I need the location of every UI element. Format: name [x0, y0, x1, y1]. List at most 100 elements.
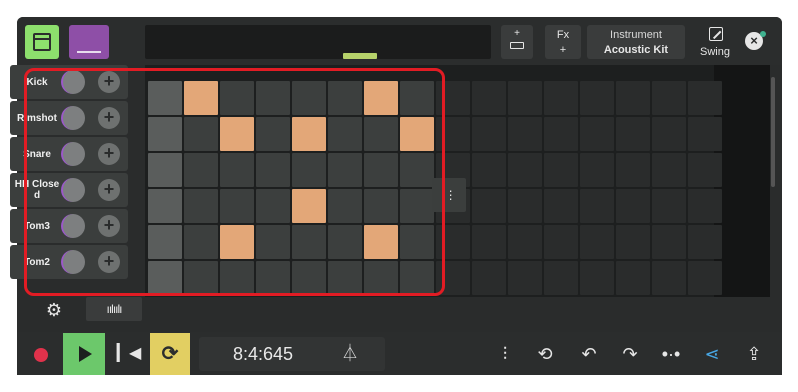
step-cell[interactable]	[256, 189, 290, 223]
step-cell[interactable]	[616, 225, 650, 259]
add-icon[interactable]: +	[98, 179, 120, 201]
fx-button[interactable]: Fx +	[545, 25, 581, 59]
step-cell[interactable]	[184, 117, 218, 151]
step-cell[interactable]	[688, 261, 722, 295]
step-cell[interactable]	[436, 225, 470, 259]
add-icon[interactable]: +	[98, 143, 120, 165]
step-cell[interactable]	[652, 225, 686, 259]
step-cell[interactable]	[652, 189, 686, 223]
track-header[interactable]: Kick +	[10, 65, 128, 99]
step-cell[interactable]	[400, 153, 434, 187]
redo-icon[interactable]: ↷	[615, 333, 645, 375]
step-cell[interactable]	[400, 225, 434, 259]
step-cell[interactable]	[652, 117, 686, 151]
step-cell[interactable]	[292, 81, 326, 115]
pattern-overview-strip[interactable]	[145, 25, 491, 59]
step-cell[interactable]	[580, 117, 614, 151]
step-cell[interactable]	[292, 189, 326, 223]
position-display[interactable]: 8:4:645 ⏃	[199, 337, 385, 371]
step-cell[interactable]	[256, 153, 290, 187]
step-cell[interactable]	[364, 225, 398, 259]
metronome-icon[interactable]: ⏃	[339, 343, 361, 365]
track-header[interactable]: Tom2 +	[10, 245, 128, 279]
step-cell[interactable]	[364, 189, 398, 223]
step-cell[interactable]	[400, 117, 434, 151]
step-cell[interactable]	[508, 117, 542, 151]
step-cell[interactable]	[328, 261, 362, 295]
mixer-icon[interactable]: ⫶	[490, 333, 520, 375]
step-cell[interactable]	[328, 81, 362, 115]
step-cell[interactable]	[544, 189, 578, 223]
step-cell[interactable]	[544, 225, 578, 259]
volume-knob[interactable]	[61, 106, 85, 130]
step-cell[interactable]	[580, 153, 614, 187]
step-cell[interactable]	[508, 225, 542, 259]
step-cell[interactable]	[364, 153, 398, 187]
step-cell[interactable]	[328, 189, 362, 223]
step-cell[interactable]	[544, 153, 578, 187]
step-cell[interactable]	[148, 81, 182, 115]
step-cell[interactable]	[364, 261, 398, 295]
step-cell[interactable]	[292, 225, 326, 259]
volume-knob[interactable]	[61, 142, 85, 166]
step-cell[interactable]	[184, 261, 218, 295]
volume-knob[interactable]	[61, 70, 85, 94]
step-cell[interactable]	[472, 153, 506, 187]
volume-knob[interactable]	[61, 214, 85, 238]
step-cell[interactable]	[472, 117, 506, 151]
step-cell[interactable]	[364, 117, 398, 151]
step-cell[interactable]	[472, 189, 506, 223]
step-cell[interactable]	[688, 153, 722, 187]
step-cell[interactable]	[400, 261, 434, 295]
step-cell[interactable]	[688, 117, 722, 151]
play-button[interactable]	[63, 333, 105, 375]
step-cell[interactable]	[292, 261, 326, 295]
vertical-scrollbar[interactable]	[771, 77, 775, 187]
skip-back-icon[interactable]: ▎◀	[112, 333, 146, 375]
share-icon[interactable]: ⋖	[697, 333, 727, 375]
step-cell[interactable]	[472, 261, 506, 295]
step-cell[interactable]	[688, 225, 722, 259]
step-cell[interactable]	[256, 261, 290, 295]
step-cell[interactable]	[652, 153, 686, 187]
step-cell[interactable]	[184, 81, 218, 115]
step-cell[interactable]	[580, 189, 614, 223]
loop-icon[interactable]: ⟳	[150, 333, 190, 375]
step-cell[interactable]	[616, 189, 650, 223]
step-cell[interactable]	[148, 261, 182, 295]
add-icon[interactable]: +	[98, 215, 120, 237]
step-cell[interactable]	[544, 81, 578, 115]
volume-knob[interactable]	[61, 178, 85, 202]
track-header[interactable]: Tom3 +	[10, 209, 128, 243]
step-cell[interactable]	[688, 189, 722, 223]
step-cell[interactable]	[616, 153, 650, 187]
sync-icon[interactable]: ⟲	[530, 333, 560, 375]
step-cell[interactable]	[580, 81, 614, 115]
step-cell[interactable]	[256, 81, 290, 115]
gear-icon[interactable]: ⚙	[44, 300, 64, 320]
step-cell[interactable]	[580, 261, 614, 295]
step-cell[interactable]	[220, 261, 254, 295]
step-cell[interactable]	[148, 225, 182, 259]
add-icon[interactable]: +	[98, 71, 120, 93]
swing-button[interactable]: Swing	[693, 25, 737, 59]
step-cell[interactable]	[472, 225, 506, 259]
step-cell[interactable]	[184, 153, 218, 187]
step-cell[interactable]	[436, 261, 470, 295]
step-cell[interactable]	[220, 153, 254, 187]
step-cell[interactable]	[616, 261, 650, 295]
record-icon[interactable]	[34, 348, 48, 362]
undo-icon[interactable]: ↶	[574, 333, 604, 375]
step-cell[interactable]	[292, 153, 326, 187]
step-cell[interactable]	[400, 189, 434, 223]
more-icon[interactable]: •·•	[656, 333, 686, 375]
track-header[interactable]: Rimshot +	[10, 101, 128, 135]
step-cell[interactable]	[220, 225, 254, 259]
step-cell[interactable]	[256, 225, 290, 259]
instrument-button[interactable]: Instrument Acoustic Kit	[587, 25, 685, 59]
step-cell[interactable]	[508, 261, 542, 295]
step-cell[interactable]	[508, 189, 542, 223]
step-cell[interactable]	[652, 81, 686, 115]
track-header[interactable]: Snare +	[10, 137, 128, 171]
step-cell[interactable]	[148, 153, 182, 187]
